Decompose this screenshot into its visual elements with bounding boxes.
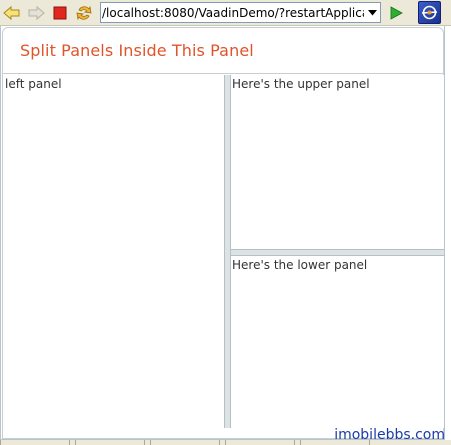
content-frame: Split Panels Inside This Panel left pane… <box>0 26 445 440</box>
refresh-icon <box>76 5 92 21</box>
upper-panel: Here's the upper panel <box>231 75 444 249</box>
vertical-split-panel: Here's the upper panel Here's the lower … <box>231 75 444 428</box>
dropdown-arrow-icon <box>367 9 377 15</box>
refresh-button[interactable] <box>74 3 94 23</box>
lower-panel: Here's the lower panel <box>231 256 444 428</box>
horizontal-split-panel: left panel Here's the upper panel Here's… <box>4 75 444 428</box>
stop-button[interactable] <box>50 3 70 23</box>
panel-caption: Split Panels Inside This Panel <box>3 28 443 74</box>
back-button[interactable] <box>2 3 22 23</box>
browser-logo[interactable] <box>418 1 441 24</box>
browser-logo-icon <box>421 5 438 20</box>
horizontal-splitter[interactable] <box>224 75 231 428</box>
watermark: imobilebbs.com <box>334 427 445 443</box>
browser-toolbar: /localhost:8080/VaadinDemo/?restartAppli… <box>0 0 451 26</box>
upper-panel-label: Here's the upper panel <box>232 77 370 91</box>
main-panel: Split Panels Inside This Panel left pane… <box>2 27 444 439</box>
go-button[interactable] <box>386 3 406 23</box>
left-panel: left panel <box>4 75 224 428</box>
bottom-tab[interactable] <box>225 440 295 445</box>
bottom-tab[interactable] <box>0 440 70 445</box>
stop-icon <box>53 6 67 20</box>
left-panel-label: left panel <box>5 77 62 91</box>
bottom-tab[interactable] <box>150 440 220 445</box>
panel-title: Split Panels Inside This Panel <box>20 41 254 60</box>
forward-arrow-icon <box>28 5 45 21</box>
bottom-tab[interactable] <box>75 440 145 445</box>
forward-button[interactable] <box>26 3 46 23</box>
url-dropdown-button[interactable] <box>364 3 380 22</box>
back-arrow-icon <box>3 5 20 21</box>
lower-panel-label: Here's the lower panel <box>232 258 368 272</box>
url-bar[interactable]: /localhost:8080/VaadinDemo/?restartAppli… <box>100 2 381 23</box>
go-icon <box>390 6 403 20</box>
vertical-splitter[interactable] <box>231 249 444 256</box>
url-input[interactable]: /localhost:8080/VaadinDemo/?restartAppli… <box>101 6 364 20</box>
